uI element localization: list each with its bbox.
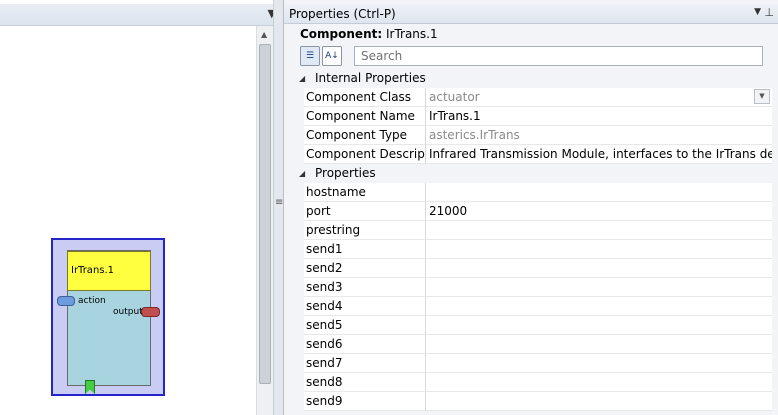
property-row[interactable]: send9 <box>304 392 772 411</box>
property-row[interactable]: port 21000 <box>304 202 772 221</box>
properties-title: Properties (Ctrl-P) <box>289 7 396 21</box>
category-label: Properties <box>315 166 376 180</box>
property-name: hostname <box>304 183 426 202</box>
component-irtrans[interactable]: IrTrans.1 action output <box>51 238 165 396</box>
property-name: Component Name <box>304 107 426 126</box>
scroll-up-icon[interactable]: ▲ <box>261 30 267 39</box>
property-row[interactable]: send5 <box>304 316 772 335</box>
property-value[interactable]: Infrared Transmission Module, interfaces… <box>426 145 772 164</box>
property-name: prestring <box>304 221 426 240</box>
property-value[interactable] <box>426 278 772 297</box>
chevron-down-icon[interactable]: ▼ <box>754 89 770 104</box>
component-label: Component: <box>300 27 383 41</box>
sort-az-icon: A↓ <box>325 51 339 61</box>
property-name: send5 <box>304 316 426 335</box>
categorized-icon: ☰ <box>305 51 315 61</box>
property-row[interactable]: prestring <box>304 221 772 240</box>
property-name: send1 <box>304 240 426 259</box>
property-value[interactable] <box>426 354 772 373</box>
property-row[interactable]: send1 <box>304 240 772 259</box>
property-row[interactable]: send6 <box>304 335 772 354</box>
categorized-button[interactable]: ☰ <box>300 46 320 66</box>
category-properties[interactable]: ◢ Properties <box>284 164 778 183</box>
property-name: port <box>304 202 426 221</box>
canvas-scrollbar[interactable]: ▲ <box>256 26 274 415</box>
property-value[interactable] <box>426 316 772 335</box>
property-name: send6 <box>304 335 426 354</box>
designer-header: ▼ <box>0 4 282 26</box>
chevron-down-icon[interactable]: ▼ <box>754 7 761 17</box>
property-name: send8 <box>304 373 426 392</box>
input-port-label: action <box>78 296 106 306</box>
property-name: send3 <box>304 278 426 297</box>
property-row[interactable]: send4 <box>304 297 772 316</box>
property-row[interactable]: send8 <box>304 373 772 392</box>
property-row[interactable]: Component Name IrTrans.1 <box>304 107 772 126</box>
component-title: IrTrans.1 <box>67 251 151 291</box>
category-internal-properties[interactable]: ◢ Internal Properties <box>284 69 778 88</box>
property-value[interactable] <box>426 183 772 202</box>
property-value[interactable]: 21000 <box>426 202 772 221</box>
component-value: IrTrans.1 <box>385 27 438 41</box>
property-value[interactable] <box>426 373 772 392</box>
output-port[interactable] <box>141 307 160 317</box>
property-name: Component Descriptic <box>304 145 426 164</box>
input-port-action[interactable] <box>57 296 75 306</box>
property-value[interactable] <box>426 335 772 354</box>
model-designer-pane: ▼ IrTrans.1 action output ▲ <box>0 0 282 415</box>
pin-icon[interactable]: ⊥ <box>764 6 774 19</box>
property-value[interactable] <box>426 240 772 259</box>
property-name: send7 <box>304 354 426 373</box>
property-name: send9 <box>304 392 426 411</box>
property-row[interactable]: send7 <box>304 354 772 373</box>
property-grid: ◢ Internal Properties Component Class ac… <box>284 69 778 411</box>
property-row[interactable]: Component Descriptic Infrared Transmissi… <box>304 145 772 164</box>
search-input[interactable] <box>354 46 763 66</box>
property-name: Component Class <box>304 88 426 107</box>
properties-pane: Properties (Ctrl-P) ▼ ⊥ Component: IrTra… <box>283 0 778 415</box>
category-label: Internal Properties <box>315 71 426 85</box>
property-value[interactable] <box>426 297 772 316</box>
property-row[interactable]: send2 <box>304 259 772 278</box>
selected-component: Component: IrTrans.1 <box>300 27 438 41</box>
properties-header: Properties (Ctrl-P) ▼ ⊥ <box>284 4 778 24</box>
collapse-triangle-icon[interactable]: ◢ <box>299 164 305 183</box>
property-value[interactable] <box>426 259 772 278</box>
property-row[interactable]: send3 <box>304 278 772 297</box>
property-value[interactable]: actuator ▼ <box>426 88 772 107</box>
property-row[interactable]: hostname <box>304 183 772 202</box>
property-value-text: actuator <box>429 90 480 104</box>
property-name: send4 <box>304 297 426 316</box>
property-value[interactable]: IrTrans.1 <box>426 107 772 126</box>
property-row[interactable]: Component Type asterics.IrTrans <box>304 126 772 145</box>
event-port[interactable] <box>85 380 95 394</box>
scroll-thumb[interactable] <box>259 44 271 384</box>
property-value[interactable]: asterics.IrTrans <box>426 126 772 145</box>
output-port-label: output <box>113 307 143 317</box>
property-value[interactable] <box>426 221 772 240</box>
collapse-triangle-icon[interactable]: ◢ <box>299 69 305 88</box>
property-value[interactable] <box>426 392 772 411</box>
model-canvas[interactable]: IrTrans.1 action output <box>0 26 256 415</box>
property-name: send2 <box>304 259 426 278</box>
sort-alphabetical-button[interactable]: A↓ <box>322 46 342 66</box>
property-name: Component Type <box>304 126 426 145</box>
property-row[interactable]: Component Class actuator ▼ <box>304 88 772 107</box>
